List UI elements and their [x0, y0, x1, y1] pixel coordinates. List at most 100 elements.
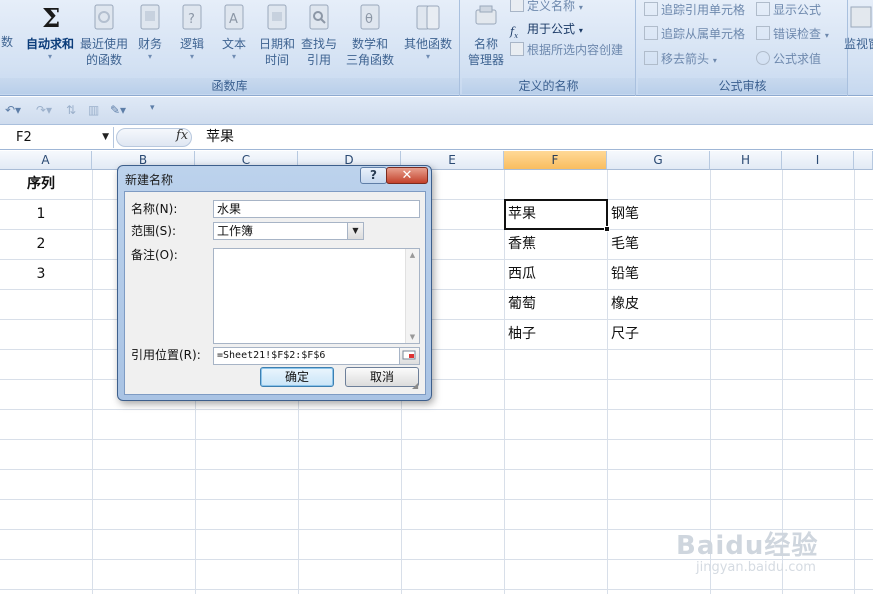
cell-g2[interactable]: 钢笔: [611, 200, 707, 229]
recent-functions-button[interactable]: 最近使用 的函数: [78, 0, 130, 68]
trace-precedents-button[interactable]: 追踪引用单元格: [644, 0, 745, 20]
cell-a1[interactable]: 序列: [0, 170, 82, 199]
column-header-next[interactable]: [854, 151, 873, 170]
gridline: [0, 469, 873, 470]
financial-button[interactable]: 财务 ▾: [134, 0, 166, 62]
math-book-icon: θ: [360, 4, 380, 30]
ok-button[interactable]: 确定: [260, 367, 334, 387]
column-header-a[interactable]: A: [0, 151, 92, 170]
use-in-formula-button[interactable]: fx 用于公式 ▾: [510, 19, 583, 41]
logical-button[interactable]: ? 逻辑 ▾: [176, 0, 208, 62]
financial-dropdown-icon: ▾: [147, 52, 152, 61]
name-manager-label1: 名称: [473, 37, 498, 51]
text-dropdown-icon: ▾: [231, 52, 236, 61]
cell-f4[interactable]: 西瓜: [508, 260, 604, 289]
math-trig-label1: 数学和: [351, 37, 388, 51]
help-button[interactable]: ?: [360, 167, 387, 184]
gridline: [854, 170, 855, 594]
gridline: [0, 409, 873, 410]
more-functions-dropdown-icon: ▾: [425, 52, 430, 61]
dialog-body: 名称(N): 水果 范围(S): 工作簿 ▼ 备注(O): ▲ ▼ 引用位置(R…: [124, 191, 426, 395]
formula-bar: F2 ▼ fx 苹果: [0, 126, 873, 150]
sigma-icon: Σ: [42, 4, 60, 32]
show-formulas-button[interactable]: 显示公式: [756, 0, 821, 20]
cell-g5[interactable]: 橡皮: [611, 290, 707, 319]
lookup-book-icon: [309, 4, 329, 30]
cell-a3[interactable]: 2: [0, 230, 82, 259]
watch-window-button[interactable]: 监视窗: [844, 0, 873, 52]
resize-grip-icon[interactable]: ◢: [412, 381, 422, 391]
error-checking-icon: [756, 26, 770, 40]
svg-text:A: A: [229, 12, 238, 27]
evaluate-formula-button[interactable]: 公式求值: [756, 49, 821, 69]
draw-icon[interactable]: ✎▾: [110, 103, 126, 119]
text-button[interactable]: A 文本 ▾: [218, 0, 250, 62]
name-box[interactable]: F2 ▼: [0, 127, 114, 148]
insert-function-fx-icon[interactable]: fx: [176, 128, 188, 143]
name-manager-button[interactable]: 名称 管理器: [466, 0, 506, 68]
trace-dependents-label: 追踪从属单元格: [661, 27, 746, 41]
insert-function-button[interactable]: 数: [0, 34, 14, 50]
cell-a2[interactable]: 1: [0, 200, 82, 229]
comment-scrollbar[interactable]: ▲ ▼: [405, 249, 419, 343]
column-header-f[interactable]: F: [504, 151, 607, 170]
cell-g4[interactable]: 铅笔: [611, 260, 707, 289]
name-field[interactable]: 水果: [213, 200, 420, 218]
customize-toolbar-icon[interactable]: ▾: [150, 103, 155, 119]
scope-select[interactable]: 工作簿 ▼: [213, 222, 364, 240]
refers-to-field[interactable]: =Sheet21!$F$2:$F$6: [213, 347, 420, 365]
collapse-dialog-icon[interactable]: [399, 348, 419, 364]
svg-text:θ: θ: [365, 12, 373, 27]
sort-icon[interactable]: ⇅: [66, 103, 76, 119]
column-header-h[interactable]: H: [710, 151, 782, 170]
fx-small-icon: fx: [510, 25, 519, 41]
cell-f6[interactable]: 柚子: [508, 320, 604, 349]
use-in-formula-dropdown-icon: ▾: [578, 26, 583, 35]
define-name-dropdown-icon: ▾: [578, 3, 583, 12]
comment-textarea[interactable]: ▲ ▼: [213, 248, 420, 344]
cell-g3[interactable]: 毛笔: [611, 230, 707, 259]
column-header-g[interactable]: G: [607, 151, 710, 170]
column-header-i[interactable]: I: [782, 151, 854, 170]
watch-window-label: 监视窗: [844, 37, 873, 51]
gridline: [504, 170, 505, 594]
define-name-button[interactable]: 定义名称 ▾: [510, 0, 583, 16]
name-box-dropdown-icon[interactable]: ▼: [102, 127, 109, 148]
date-time-button[interactable]: 日期和 时间: [256, 0, 298, 68]
scroll-up-icon[interactable]: ▲: [406, 249, 419, 261]
cell-f3[interactable]: 香蕉: [508, 230, 604, 259]
logical-label: 逻辑: [179, 37, 204, 51]
financial-book-icon: [140, 4, 160, 30]
more-functions-button[interactable]: 其他函数 ▾: [400, 0, 456, 62]
cell-a4[interactable]: 3: [0, 260, 82, 289]
chart-icon[interactable]: ▥: [88, 103, 99, 119]
autosum-button[interactable]: Σ 自动求和 ▾: [22, 0, 78, 62]
redo-icon[interactable]: ↷▾: [36, 103, 52, 119]
watch-window-icon: [850, 6, 871, 28]
undo-icon[interactable]: ↶▾: [5, 103, 21, 119]
gridline: [0, 589, 873, 590]
evaluate-formula-icon: [756, 51, 770, 65]
create-from-selection-button[interactable]: 根据所选内容创建: [510, 40, 623, 60]
trace-dependents-button[interactable]: 追踪从属单元格: [644, 24, 745, 44]
more-functions-label: 其他函数: [403, 37, 452, 51]
define-name-icon: [510, 0, 524, 12]
fill-handle[interactable]: [604, 226, 610, 232]
remove-arrows-button[interactable]: 移去箭头 ▾: [644, 49, 717, 69]
text-label: 文本: [221, 37, 246, 51]
formula-bar-content[interactable]: 苹果: [206, 127, 234, 148]
lookup-label1: 查找与: [300, 37, 337, 51]
cell-f5[interactable]: 葡萄: [508, 290, 604, 319]
trace-dependents-icon: [644, 26, 658, 40]
lookup-reference-button[interactable]: 查找与 引用: [298, 0, 340, 68]
cell-g6[interactable]: 尺子: [611, 320, 707, 349]
math-trig-button[interactable]: θ 数学和 三角函数: [342, 0, 398, 68]
error-checking-button[interactable]: 错误检查 ▾: [756, 24, 829, 44]
dialog-title: 新建名称: [125, 173, 174, 187]
scroll-down-icon[interactable]: ▼: [406, 331, 419, 343]
ribbon-group-defined-names: 名称 管理器 定义名称 ▾ fx 用于公式 ▾ 根据所选内容创建 定义的名称: [462, 0, 636, 96]
close-button[interactable]: ✕: [386, 167, 428, 184]
use-in-formula-label: 用于公式: [527, 22, 576, 36]
cancel-button[interactable]: 取消: [345, 367, 419, 387]
scope-dropdown-icon[interactable]: ▼: [347, 223, 363, 239]
